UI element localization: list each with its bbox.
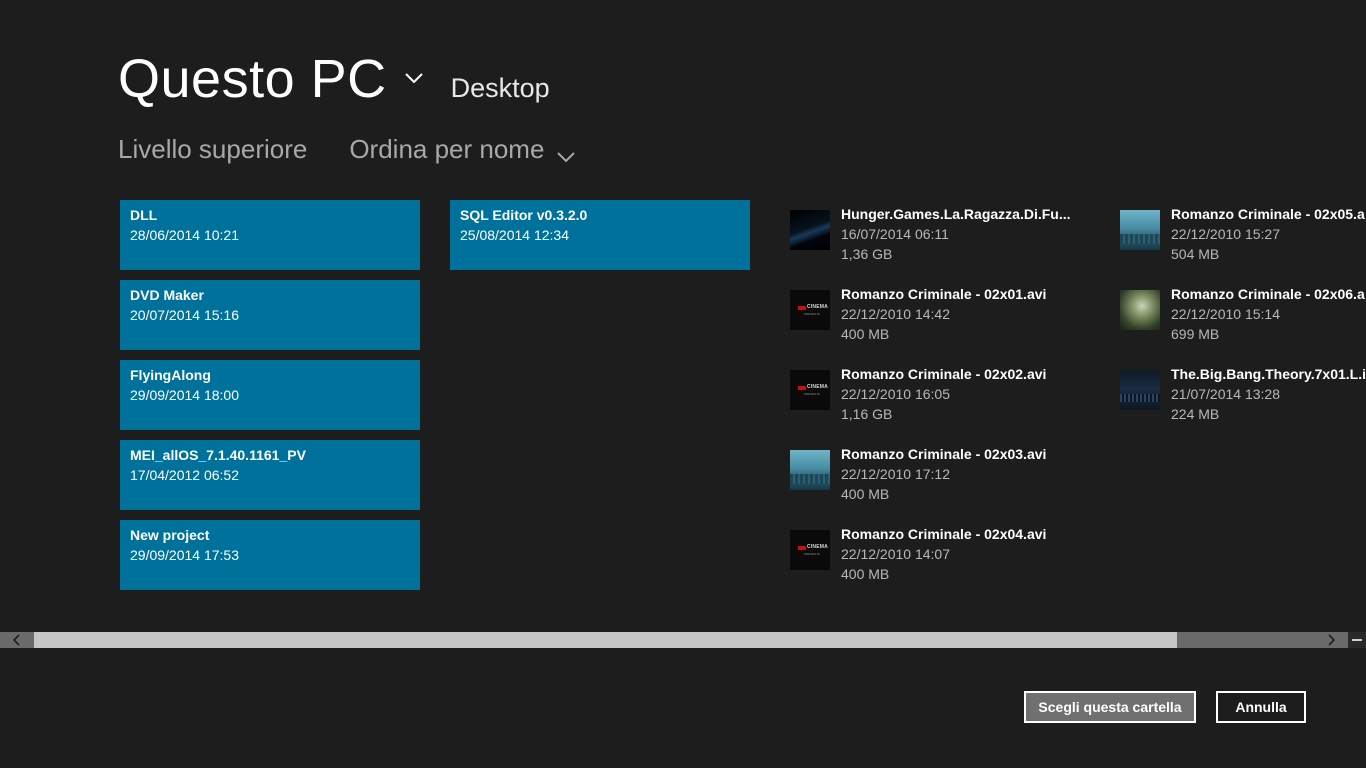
- folder-name: New project: [130, 527, 210, 543]
- folder-tile[interactable]: New project 29/09/2014 17:53: [120, 520, 420, 590]
- file-item[interactable]: CINEMA PRESENTA Romanzo Criminale - 02x0…: [790, 520, 1120, 590]
- file-date: 22/12/2010 15:14: [1171, 306, 1280, 322]
- folder-date: 29/09/2014 18:00: [130, 387, 239, 403]
- city-skyline-thumbnail: [790, 450, 830, 490]
- folder-date: 29/09/2014 17:53: [130, 547, 239, 563]
- file-name: Romanzo Criminale - 02x05.a: [1171, 206, 1365, 222]
- cancel-button[interactable]: Annulla: [1216, 691, 1306, 723]
- location-header: Questo PC Desktop: [118, 48, 550, 118]
- file-size: 1,36 GB: [841, 246, 893, 262]
- scrollbar-thumb[interactable]: [34, 632, 1177, 648]
- folder-name: SQL Editor v0.3.2.0: [460, 207, 588, 223]
- cinema-title-thumbnail: CINEMA PRESENTA: [790, 370, 830, 410]
- folder-picker: Questo PC Desktop Livello superiore Ordi…: [0, 0, 1366, 768]
- file-date: 21/07/2014 13:28: [1171, 386, 1280, 402]
- command-bar: Livello superiore Ordina per nome: [118, 134, 576, 165]
- choose-folder-button[interactable]: Scegli questa cartella: [1024, 691, 1196, 723]
- folder-date: 25/08/2014 12:34: [460, 227, 569, 243]
- folder-tile[interactable]: MEI_allOS_7.1.40.1161_PV 17/04/2012 06:5…: [120, 440, 420, 510]
- horizontal-scrollbar[interactable]: [0, 632, 1366, 648]
- file-size: 400 MB: [841, 486, 890, 502]
- cinema-title-thumbnail: CINEMA PRESENTA: [790, 290, 830, 330]
- folder-date: 28/06/2014 10:21: [130, 227, 239, 243]
- file-item[interactable]: CINEMA PRESENTA Romanzo Criminale - 02x0…: [790, 280, 1120, 350]
- file-date: 22/12/2010 15:27: [1171, 226, 1280, 242]
- up-level-button[interactable]: Livello superiore: [118, 134, 307, 165]
- folder-date: 17/04/2012 06:52: [130, 467, 239, 483]
- chevron-down-icon[interactable]: [403, 67, 425, 89]
- file-size: 400 MB: [841, 326, 890, 342]
- city-skyline-thumbnail: [1120, 210, 1160, 250]
- folder-tile[interactable]: FlyingAlong 29/09/2014 18:00: [120, 360, 420, 430]
- file-size: 1,16 GB: [841, 406, 893, 422]
- file-date: 22/12/2010 14:42: [841, 306, 950, 322]
- file-date: 22/12/2010 14:07: [841, 546, 950, 562]
- sort-button[interactable]: Ordina per nome: [349, 134, 576, 165]
- file-date: 22/12/2010 17:12: [841, 466, 950, 482]
- folder-name: DLL: [130, 207, 158, 223]
- file-name: Romanzo Criminale - 02x02.avi: [841, 366, 1047, 382]
- file-size: 699 MB: [1171, 326, 1220, 342]
- portrait-thumbnail: [1120, 290, 1160, 330]
- scroll-right-arrow-icon[interactable]: [1316, 632, 1346, 648]
- sort-label: Ordina per nome: [349, 134, 545, 164]
- folder-tile[interactable]: DLL 28/06/2014 10:21: [120, 200, 420, 270]
- file-name: Romanzo Criminale - 02x06.a: [1171, 286, 1365, 302]
- file-item[interactable]: The.Big.Bang.Theory.7x01.L.i 21/07/2014 …: [1120, 360, 1366, 430]
- cinema-title-thumbnail: CINEMA PRESENTA: [790, 530, 830, 570]
- current-subfolder: Desktop: [450, 73, 550, 103]
- file-size: 504 MB: [1171, 246, 1220, 262]
- file-name: The.Big.Bang.Theory.7x01.L.i: [1171, 366, 1366, 382]
- file-item[interactable]: Hunger.Games.La.Ragazza.Di.Fu... 16/07/2…: [790, 200, 1120, 270]
- folder-name: MEI_allOS_7.1.40.1161_PV: [130, 447, 306, 463]
- folder-name: FlyingAlong: [130, 367, 211, 383]
- file-name: Romanzo Criminale - 02x04.avi: [841, 526, 1047, 542]
- file-name: Hunger.Games.La.Ragazza.Di.Fu...: [841, 206, 1071, 222]
- file-size: 400 MB: [841, 566, 890, 582]
- file-item[interactable]: Romanzo Criminale - 02x03.avi 22/12/2010…: [790, 440, 1120, 510]
- file-item[interactable]: Romanzo Criminale - 02x06.a 22/12/2010 1…: [1120, 280, 1366, 350]
- folder-tile[interactable]: SQL Editor v0.3.2.0 25/08/2014 12:34: [450, 200, 750, 270]
- folder-name: DVD Maker: [130, 287, 204, 303]
- scroll-left-arrow-icon[interactable]: [0, 632, 34, 648]
- night-city-thumbnail: [1120, 370, 1160, 410]
- file-item[interactable]: CINEMA PRESENTA Romanzo Criminale - 02x0…: [790, 360, 1120, 430]
- folder-tile[interactable]: DVD Maker 20/07/2014 15:16: [120, 280, 420, 350]
- file-date: 22/12/2010 16:05: [841, 386, 950, 402]
- file-size: 224 MB: [1171, 406, 1220, 422]
- location-title[interactable]: Questo PC: [118, 48, 387, 110]
- chevron-down-icon: [556, 143, 576, 163]
- file-item[interactable]: Romanzo Criminale - 02x05.a 22/12/2010 1…: [1120, 200, 1366, 270]
- file-name: Romanzo Criminale - 02x03.avi: [841, 446, 1047, 462]
- folder-date: 20/07/2014 15:16: [130, 307, 239, 323]
- file-date: 16/07/2014 06:11: [841, 226, 949, 242]
- zoom-out-icon[interactable]: [1348, 632, 1366, 648]
- dark-streak-thumbnail: [790, 210, 830, 250]
- file-name: Romanzo Criminale - 02x01.avi: [841, 286, 1047, 302]
